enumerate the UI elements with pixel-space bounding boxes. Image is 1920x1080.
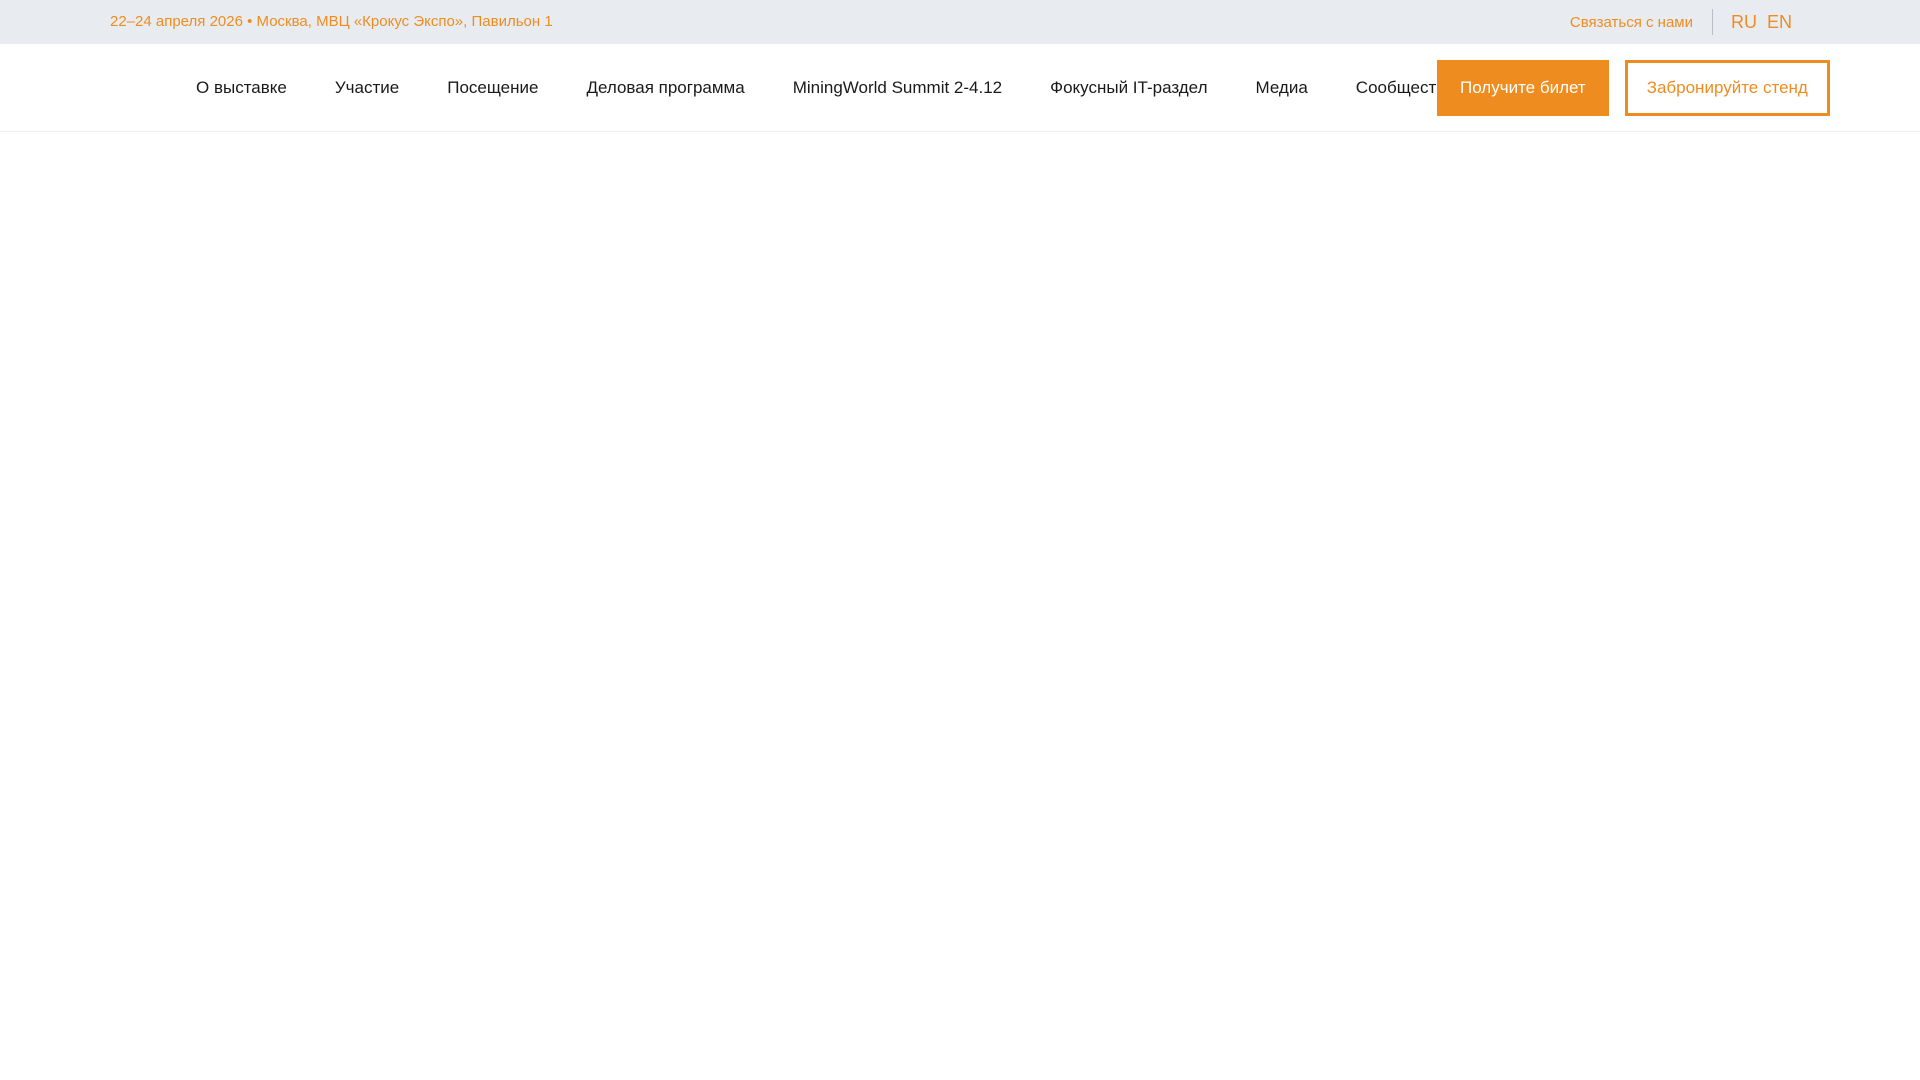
nav-item-media[interactable]: Медиа xyxy=(1231,78,1331,98)
nav-menu: О выставке Участие Посещение Деловая про… xyxy=(172,44,1479,132)
main-content-area xyxy=(0,133,1920,1080)
nav-item-miningworld-summit[interactable]: MiningWorld Summit 2-4.12 xyxy=(769,78,1026,98)
nav-item-business-program[interactable]: Деловая программа xyxy=(562,78,768,98)
nav-item-about[interactable]: О выставке xyxy=(172,78,311,98)
lang-en-link[interactable]: EN xyxy=(1767,12,1792,33)
contact-us-link[interactable]: Связаться с нами xyxy=(1570,14,1693,31)
nav-item-it-section[interactable]: Фокусный IT-раздел xyxy=(1026,78,1231,98)
main-navigation: О выставке Участие Посещение Деловая про… xyxy=(0,44,1920,132)
lang-ru-link[interactable]: RU xyxy=(1731,12,1757,33)
nav-item-visiting[interactable]: Посещение xyxy=(423,78,562,98)
nav-item-participation[interactable]: Участие xyxy=(311,78,423,98)
book-stand-button[interactable]: Забронируйте стенд xyxy=(1624,60,1830,116)
topbar-right-group: Связаться с нами RU EN xyxy=(1570,0,1792,44)
get-ticket-button[interactable]: Получите билет xyxy=(1437,60,1609,116)
topbar-divider xyxy=(1711,9,1713,35)
event-date-location: 22–24 апреля 2026 • Москва, МВЦ «Крокус … xyxy=(110,13,553,30)
top-info-bar: 22–24 апреля 2026 • Москва, МВЦ «Крокус … xyxy=(0,0,1920,44)
nav-cta-group: Получите билет Забронируйте стенд xyxy=(1437,60,1830,116)
